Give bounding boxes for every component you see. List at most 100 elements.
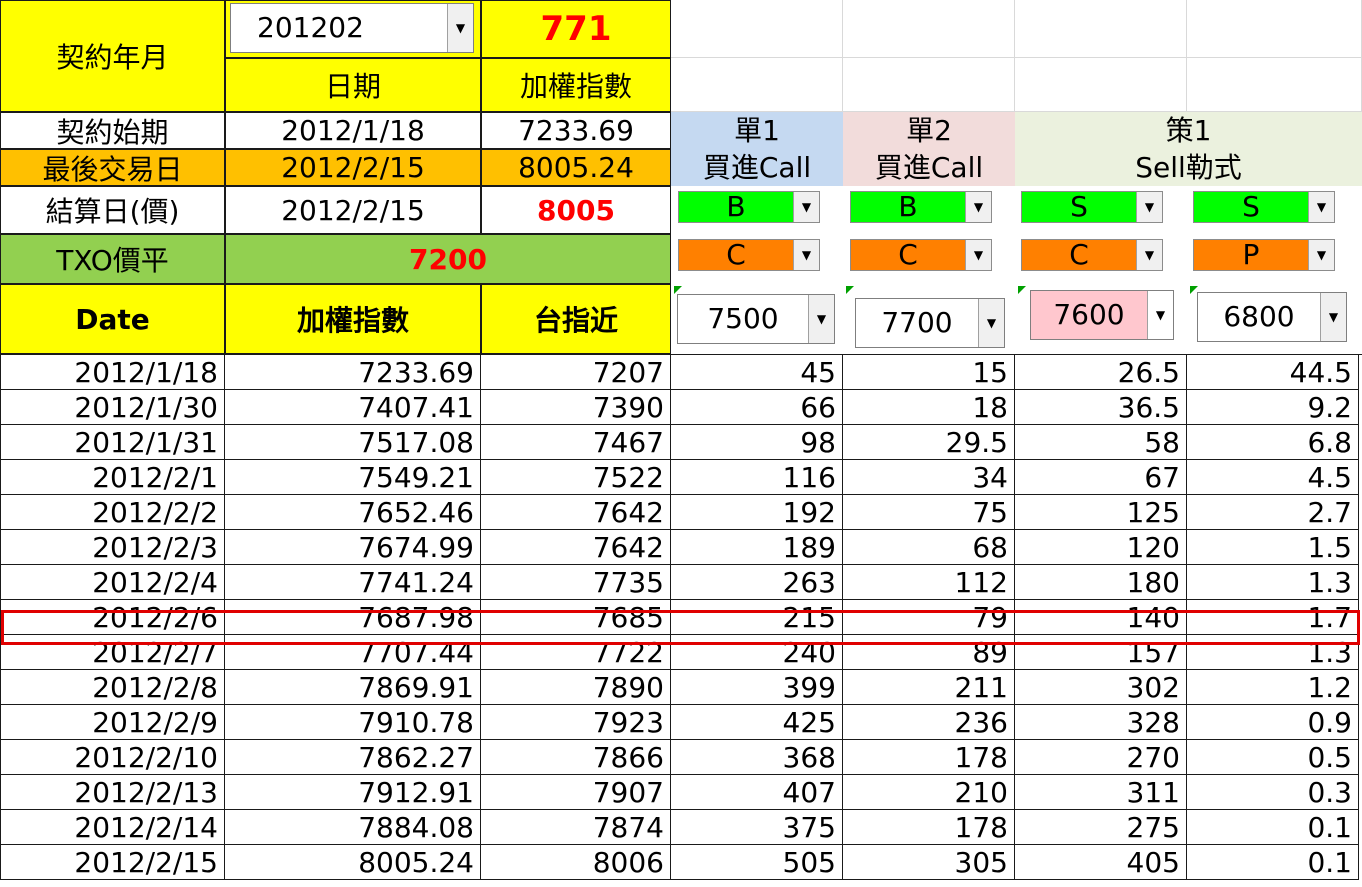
chevron-down-icon[interactable]: ▼ <box>1308 192 1334 222</box>
side-select-3[interactable]: S ▼ <box>1021 191 1163 223</box>
strike-select-1[interactable]: 7500 ▼ <box>677 294 835 344</box>
chevron-down-icon[interactable]: ▼ <box>793 192 819 222</box>
date-header: 日期 <box>225 58 481 112</box>
row-strategy-3a: 275 <box>1015 810 1187 845</box>
side-select-1[interactable]: B ▼ <box>678 191 820 223</box>
row-strategy-2: 236 <box>843 705 1015 740</box>
table-row: 2012/2/1 7549.21 7522 116 34 67 4.5 <box>0 460 1362 495</box>
side-select-value: B <box>726 190 746 223</box>
row-futures: 7467 <box>481 425 671 460</box>
option-type-value: C <box>1069 238 1089 271</box>
chevron-down-icon[interactable]: ▼ <box>1136 192 1162 222</box>
table-row: 2012/2/15 8005.24 8006 505 305 405 0.1 <box>0 845 1362 880</box>
row-strategy-1: 263 <box>671 565 843 600</box>
row-date: 2012/2/13 <box>0 775 225 810</box>
strategy-2-title: 單2 <box>906 114 952 147</box>
chevron-down-icon[interactable]: ▼ <box>965 192 991 222</box>
empty-cell <box>1187 0 1362 58</box>
row-strategy-3b: 1.5 <box>1187 530 1359 565</box>
row-date: 2012/2/4 <box>0 565 225 600</box>
row-strategy-1: 505 <box>671 845 843 880</box>
row-index: 8005.24 <box>225 845 481 880</box>
chevron-down-icon[interactable]: ▼ <box>1320 293 1346 341</box>
row-strategy-2: 34 <box>843 460 1015 495</box>
option-type-select-2[interactable]: C ▼ <box>850 239 992 271</box>
row-index: 7549.21 <box>225 460 481 495</box>
row-strategy-3b: 1.7 <box>1187 600 1359 635</box>
row-strategy-3b: 4.5 <box>1187 460 1359 495</box>
option-type-value: C <box>726 238 746 271</box>
row-index: 7407.41 <box>225 390 481 425</box>
price-table: 2012/1/18 7233.69 7207 45 15 26.5 44.5 2012/1/3… <box>0 354 1362 887</box>
row-strategy-3a: 58 <box>1015 425 1187 460</box>
row-date: 2012/2/14 <box>0 810 225 845</box>
row-date: 2012/2/2 <box>0 495 225 530</box>
strike-select-4[interactable]: 6800 ▼ <box>1197 292 1347 342</box>
contract-month-select[interactable]: 201202 ▼ <box>230 3 474 53</box>
row-strategy-1: 368 <box>671 740 843 775</box>
empty-cell <box>671 0 843 58</box>
col-header-index: 加權指數 <box>225 284 481 354</box>
option-type-select-1[interactable]: C ▼ <box>678 239 820 271</box>
chevron-down-icon[interactable]: ▼ <box>1147 291 1173 339</box>
side-select-2[interactable]: B ▼ <box>850 191 992 223</box>
row-futures: 7874 <box>481 810 671 845</box>
row-strategy-1: 240 <box>671 635 843 670</box>
row-futures: 7642 <box>481 495 671 530</box>
chevron-down-icon[interactable]: ▼ <box>793 240 819 270</box>
row-strategy-3a: 302 <box>1015 670 1187 705</box>
row-date: 2012/1/31 <box>0 425 225 460</box>
side-select-value: B <box>898 190 918 223</box>
row-strategy-3b: 1.2 <box>1187 670 1359 705</box>
row-futures: 7722 <box>481 635 671 670</box>
settlement-price: 8005 <box>481 186 671 234</box>
empty-cell <box>671 58 843 112</box>
chevron-down-icon[interactable]: ▼ <box>1136 240 1162 270</box>
last-trade-label: 最後交易日 <box>0 149 225 186</box>
table-row: 2012/2/8 7869.91 7890 399 211 302 1.2 <box>0 670 1362 705</box>
row-strategy-2: 178 <box>843 740 1015 775</box>
empty-cell <box>1187 58 1362 112</box>
option-type-select-3[interactable]: C ▼ <box>1021 239 1163 271</box>
row-strategy-2: 79 <box>843 600 1015 635</box>
row-futures: 7735 <box>481 565 671 600</box>
row-date: 2012/2/6 <box>0 600 225 635</box>
strike-select-3[interactable]: 7600 ▼ <box>1030 290 1174 340</box>
strike-value: 6800 <box>1223 300 1295 333</box>
points-value: 771 <box>481 0 671 58</box>
row-strategy-3b: 0.9 <box>1187 705 1359 740</box>
table-row: 2012/2/10 7862.27 7866 368 178 270 0.5 <box>0 740 1362 775</box>
strategy-1-desc: 買進Call <box>702 151 812 184</box>
row-strategy-1: 98 <box>671 425 843 460</box>
txo-atm-label: TXO價平 <box>0 234 225 284</box>
row-strategy-3b: 0.1 <box>1187 845 1359 880</box>
row-strategy-2: 18 <box>843 390 1015 425</box>
col-header-date: Date <box>0 284 225 354</box>
table-row: 2012/1/30 7407.41 7390 66 18 36.5 9.2 <box>0 390 1362 425</box>
table-row: 2012/2/6 7687.98 7685 215 79 140 1.7 <box>0 600 1362 635</box>
row-strategy-3b: 6.8 <box>1187 425 1359 460</box>
chevron-down-icon[interactable]: ▼ <box>978 299 1004 347</box>
row-strategy-3a: 140 <box>1015 600 1187 635</box>
row-strategy-1: 66 <box>671 390 843 425</box>
chevron-down-icon[interactable]: ▼ <box>447 4 473 52</box>
option-type-select-4[interactable]: P ▼ <box>1193 239 1335 271</box>
side-select-4[interactable]: S ▼ <box>1193 191 1335 223</box>
row-strategy-3b: 1.3 <box>1187 635 1359 670</box>
row-index: 7517.08 <box>225 425 481 460</box>
chevron-down-icon[interactable]: ▼ <box>965 240 991 270</box>
row-strategy-1: 189 <box>671 530 843 565</box>
strike-select-2[interactable]: 7700 ▼ <box>855 298 1005 348</box>
row-date: 2012/2/15 <box>0 845 225 880</box>
row-strategy-2: 89 <box>843 635 1015 670</box>
chevron-down-icon[interactable]: ▼ <box>808 295 834 343</box>
row-strategy-1: 375 <box>671 810 843 845</box>
row-futures: 7207 <box>481 355 671 390</box>
row-strategy-3a: 311 <box>1015 775 1187 810</box>
strike-value: 7700 <box>881 306 953 339</box>
row-futures: 7890 <box>481 670 671 705</box>
row-futures: 8006 <box>481 845 671 880</box>
row-date: 2012/2/9 <box>0 705 225 740</box>
chevron-down-icon[interactable]: ▼ <box>1308 240 1334 270</box>
side-select-value: S <box>1242 190 1260 223</box>
